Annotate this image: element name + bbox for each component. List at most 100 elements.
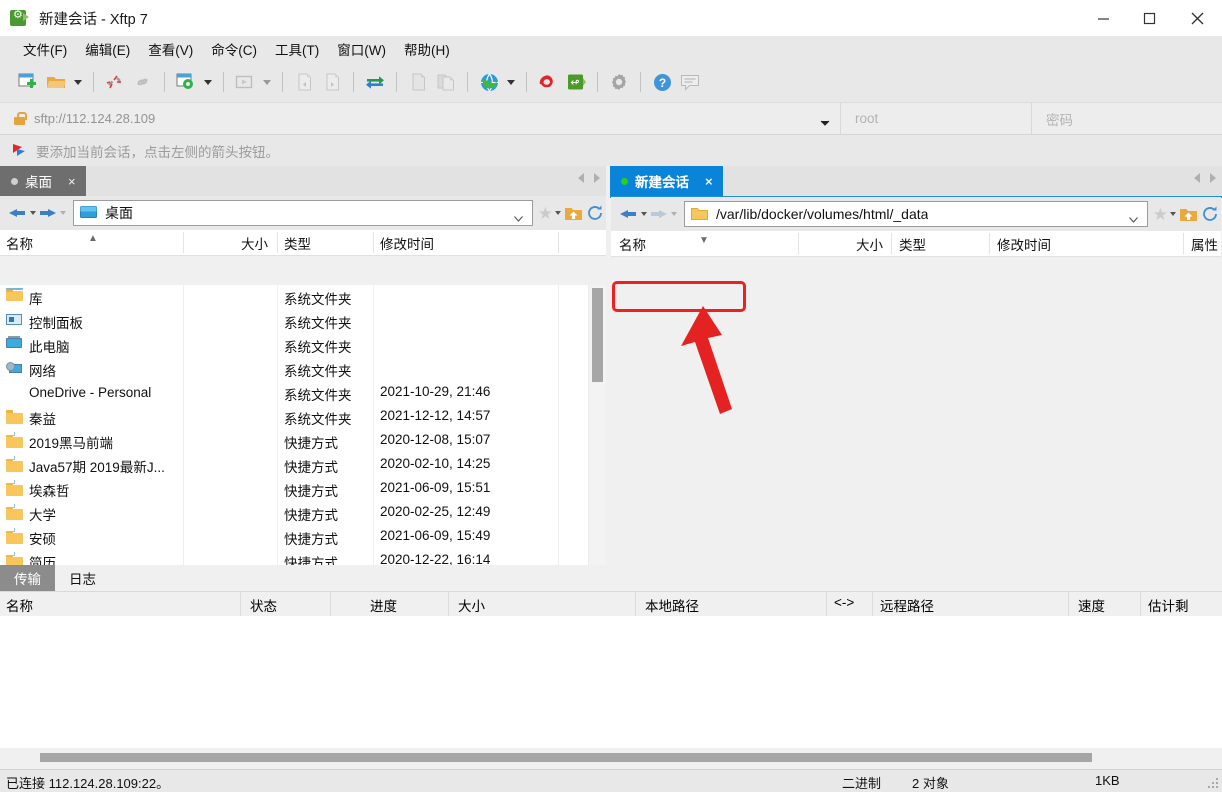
table-row[interactable]: Java57期 2019最新J... 快捷方式 2020-02-10, 14:2… bbox=[0, 453, 588, 477]
column-remote-path[interactable]: 远程路径 bbox=[880, 595, 934, 615]
feedback-icon[interactable] bbox=[676, 68, 704, 96]
back-arrow-icon[interactable] bbox=[617, 202, 639, 226]
column-size[interactable]: 大小 bbox=[458, 595, 485, 615]
tab-scroll-left-icon[interactable] bbox=[578, 173, 584, 183]
chevron-down-icon[interactable] bbox=[820, 115, 830, 130]
tab-scroll-right-icon[interactable] bbox=[594, 173, 600, 183]
xftp-icon[interactable]: ↫ bbox=[562, 68, 590, 96]
column-type[interactable]: 类型 bbox=[284, 233, 311, 253]
run-icon[interactable] bbox=[231, 68, 259, 96]
local-path-input[interactable]: 桌面 bbox=[73, 200, 533, 226]
column-type[interactable]: 类型 bbox=[899, 234, 926, 254]
bookmark-dropdown-icon[interactable] bbox=[555, 211, 561, 215]
menu-edit[interactable]: 编辑(E) bbox=[76, 36, 139, 62]
chevron-down-icon[interactable] bbox=[1128, 211, 1138, 223]
table-row[interactable]: 库 系统文件夹 bbox=[0, 285, 588, 309]
resize-grip[interactable] bbox=[1208, 778, 1220, 790]
column-local-path[interactable]: 本地路径 bbox=[645, 595, 699, 615]
table-row[interactable]: 此电脑 系统文件夹 bbox=[0, 333, 588, 357]
bookmark-dropdown-icon[interactable] bbox=[1170, 212, 1176, 216]
transfer-right-icon[interactable] bbox=[318, 68, 346, 96]
maximize-button[interactable] bbox=[1126, 0, 1172, 36]
remote-path-input[interactable]: /var/lib/docker/volumes/html/_data bbox=[684, 201, 1148, 227]
local-vertical-scrollbar[interactable] bbox=[588, 285, 606, 569]
close-icon[interactable]: × bbox=[705, 174, 713, 189]
table-row[interactable]: OneDrive - Personal 系统文件夹 2021-10-29, 21… bbox=[0, 381, 588, 405]
column-attr[interactable]: 属性 bbox=[1191, 234, 1218, 254]
column-eta[interactable]: 估计剩 bbox=[1148, 595, 1189, 615]
remote-tab-session[interactable]: 新建会话 × bbox=[610, 166, 723, 196]
menu-tools[interactable]: 工具(T) bbox=[266, 36, 328, 62]
paste-icon[interactable] bbox=[432, 68, 460, 96]
help-icon[interactable]: ? bbox=[648, 68, 676, 96]
disconnect-icon[interactable] bbox=[101, 68, 129, 96]
column-speed[interactable]: 速度 bbox=[1078, 595, 1105, 615]
open-folder-dropdown-icon[interactable] bbox=[70, 68, 86, 96]
table-row[interactable]: 安硕 快捷方式 2021-06-09, 15:49 bbox=[0, 525, 588, 549]
refresh-icon[interactable] bbox=[586, 204, 604, 222]
column-name[interactable]: 名称 bbox=[619, 234, 646, 254]
username-field[interactable]: root bbox=[841, 103, 1032, 134]
table-row[interactable]: 埃森哲 快捷方式 2021-06-09, 15:51 bbox=[0, 477, 588, 501]
session-properties-dropdown-icon[interactable] bbox=[200, 68, 216, 96]
forward-dropdown-icon[interactable] bbox=[671, 212, 677, 216]
forward-arrow-icon[interactable] bbox=[647, 202, 669, 226]
table-row[interactable]: 秦益 系统文件夹 2021-12-12, 14:57 bbox=[0, 405, 588, 429]
column-direction[interactable]: <-> bbox=[834, 595, 854, 610]
column-time[interactable]: 修改时间 bbox=[997, 234, 1051, 254]
refresh-icon[interactable] bbox=[1201, 205, 1219, 223]
up-folder-icon[interactable] bbox=[1179, 206, 1198, 223]
open-folder-icon[interactable] bbox=[42, 68, 70, 96]
sort-ascending-icon: ▲ bbox=[88, 233, 98, 244]
tab-scroll-right-icon[interactable] bbox=[1210, 173, 1216, 183]
toolbar-separator bbox=[396, 72, 397, 92]
column-status[interactable]: 状态 bbox=[250, 595, 277, 615]
column-name[interactable]: 名称 bbox=[6, 233, 33, 253]
browser-icon[interactable] bbox=[475, 68, 503, 96]
column-time[interactable]: 修改时间 bbox=[380, 233, 434, 253]
menu-file[interactable]: 文件(F) bbox=[14, 36, 76, 62]
transfer-horizontal-scrollbar[interactable] bbox=[0, 748, 1222, 770]
transfer-left-icon[interactable] bbox=[290, 68, 318, 96]
tab-scroll-left-icon[interactable] bbox=[1194, 173, 1200, 183]
url-field[interactable]: sftp://112.124.28.109 bbox=[0, 103, 841, 134]
menu-help[interactable]: 帮助(H) bbox=[395, 36, 459, 62]
copy-icon[interactable] bbox=[404, 68, 432, 96]
transfer-list[interactable] bbox=[0, 616, 1222, 748]
link-icon[interactable] bbox=[129, 68, 157, 96]
local-tab-desktop[interactable]: 桌面 × bbox=[0, 166, 86, 196]
options-icon[interactable] bbox=[605, 68, 633, 96]
up-folder-icon[interactable] bbox=[564, 205, 583, 222]
browser-dropdown-icon[interactable] bbox=[503, 68, 519, 96]
menu-command[interactable]: 命令(C) bbox=[202, 36, 266, 62]
table-row[interactable]: 2019黑马前端 快捷方式 2020-12-08, 15:07 bbox=[0, 429, 588, 453]
password-field[interactable]: 密码 bbox=[1032, 103, 1222, 134]
tab-transfer[interactable]: 传输 bbox=[0, 565, 55, 591]
star-icon[interactable]: ★ bbox=[538, 205, 553, 222]
tab-log[interactable]: 日志 bbox=[55, 565, 110, 591]
minimize-button[interactable] bbox=[1080, 0, 1126, 36]
transfer-panel: 传输 日志 名称 状态 进度 大小 本地路径 <-> 远程路径 速度 估计剩 bbox=[0, 565, 1222, 770]
column-size[interactable]: 大小 bbox=[183, 233, 268, 253]
table-row[interactable]: 网络 系统文件夹 bbox=[0, 357, 588, 381]
table-row[interactable]: 大学 快捷方式 2020-02-25, 12:49 bbox=[0, 501, 588, 525]
session-properties-icon[interactable] bbox=[172, 68, 200, 96]
forward-arrow-icon[interactable] bbox=[36, 201, 58, 225]
column-progress[interactable]: 进度 bbox=[370, 595, 397, 615]
table-row[interactable]: 控制面板 系统文件夹 bbox=[0, 309, 588, 333]
back-arrow-icon[interactable] bbox=[6, 201, 28, 225]
forward-dropdown-icon[interactable] bbox=[60, 211, 66, 215]
star-icon[interactable]: ★ bbox=[1153, 206, 1168, 223]
run-dropdown-icon[interactable] bbox=[259, 68, 275, 96]
chevron-down-icon[interactable] bbox=[513, 210, 523, 222]
close-icon[interactable]: × bbox=[68, 174, 76, 189]
menu-window[interactable]: 窗口(W) bbox=[328, 36, 395, 62]
new-session-icon[interactable] bbox=[14, 68, 42, 96]
sync-browsing-icon[interactable] bbox=[361, 68, 389, 96]
column-name[interactable]: 名称 bbox=[6, 595, 33, 615]
local-file-list[interactable]: 库 系统文件夹 控制面板 系统文件夹 此电脑 系统文件夹 网络 系统文件夹 On… bbox=[0, 285, 606, 569]
menu-view[interactable]: 查看(V) bbox=[139, 36, 202, 62]
xshell-icon[interactable] bbox=[534, 68, 562, 96]
column-size[interactable]: 大小 bbox=[798, 234, 883, 254]
close-button[interactable] bbox=[1172, 0, 1222, 36]
